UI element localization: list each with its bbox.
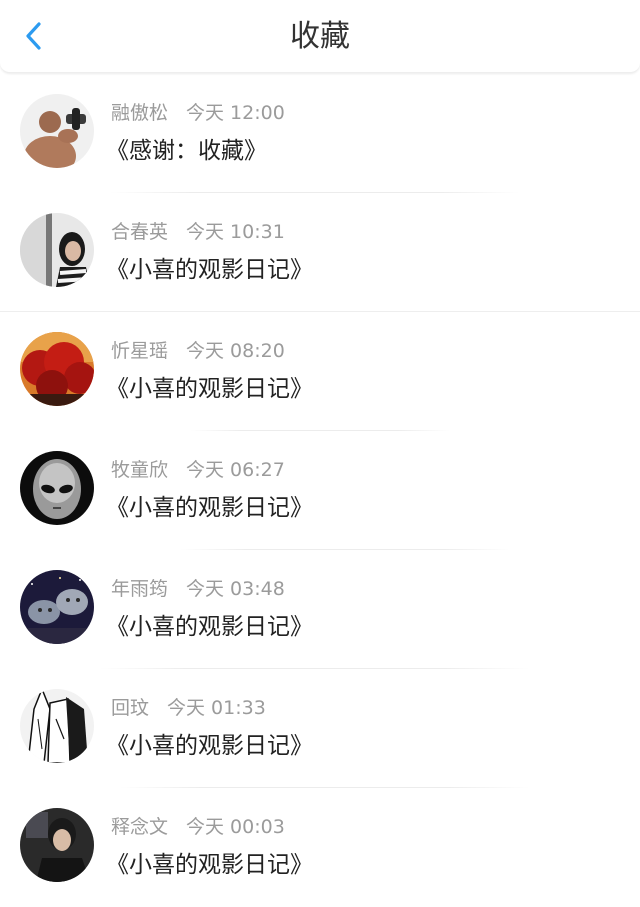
author-name[interactable]: 年雨筠 [111, 578, 168, 600]
header-bar: 收藏 [0, 0, 640, 73]
avatar[interactable] [20, 451, 94, 525]
item-meta: 释念文 今天 00:03 [111, 814, 285, 840]
list-item[interactable]: 释念文 今天 00:03 《小喜的观影日记》 [0, 788, 640, 907]
timestamp: 今天 08:20 [186, 340, 285, 362]
timestamp: 今天 10:31 [186, 221, 285, 243]
favorites-list: 融傲松 今天 12:00 《感谢：收藏》 合春英 今天 10:31 《小喜的观影日记… [0, 74, 640, 907]
author-name[interactable]: 融傲松 [111, 102, 168, 124]
item-meta: 回玟 今天 01:33 [111, 695, 266, 721]
avatar[interactable] [20, 332, 94, 406]
item-title[interactable]: 《小喜的观影日记》 [106, 849, 313, 881]
item-title[interactable]: 《小喜的观影日记》 [106, 254, 313, 286]
avatar[interactable] [20, 94, 94, 168]
timestamp: 今天 06:27 [186, 459, 285, 481]
item-title[interactable]: 《小喜的观影日记》 [106, 730, 313, 762]
list-item[interactable]: 回玟 今天 01:33 《小喜的观影日记》 [0, 669, 640, 788]
item-title[interactable]: 《感谢：收藏》 [106, 135, 267, 167]
author-name[interactable]: 回玟 [111, 697, 149, 719]
list-item[interactable]: 年雨筠 今天 03:48 《小喜的观影日记》 [0, 550, 640, 669]
item-meta: 融傲松 今天 12:00 [111, 100, 285, 126]
item-title[interactable]: 《小喜的观影日记》 [106, 611, 313, 643]
item-title[interactable]: 《小喜的观影日记》 [106, 492, 313, 524]
avatar[interactable] [20, 570, 94, 644]
list-item[interactable]: 融傲松 今天 12:00 《感谢：收藏》 [0, 74, 640, 193]
timestamp: 今天 12:00 [186, 102, 285, 124]
item-meta: 年雨筠 今天 03:48 [111, 576, 285, 602]
avatar[interactable] [20, 808, 94, 882]
author-name[interactable]: 释念文 [111, 816, 168, 838]
timestamp: 今天 00:03 [186, 816, 285, 838]
item-meta: 忻星瑶 今天 08:20 [111, 338, 285, 364]
item-meta: 合春英 今天 10:31 [111, 219, 285, 245]
list-item[interactable]: 合春英 今天 10:31 《小喜的观影日记》 [0, 193, 640, 312]
avatar[interactable] [20, 213, 94, 287]
list-item[interactable]: 牧童欣 今天 06:27 《小喜的观影日记》 [0, 431, 640, 550]
list-item[interactable]: 忻星瑶 今天 08:20 《小喜的观影日记》 [0, 312, 640, 431]
author-name[interactable]: 牧童欣 [111, 459, 168, 481]
page-title: 收藏 [290, 19, 350, 54]
timestamp: 今天 01:33 [167, 697, 266, 719]
item-title[interactable]: 《小喜的观影日记》 [106, 373, 313, 405]
item-meta: 牧童欣 今天 06:27 [111, 457, 285, 483]
author-name[interactable]: 合春英 [111, 221, 168, 243]
timestamp: 今天 03:48 [186, 578, 285, 600]
author-name[interactable]: 忻星瑶 [111, 340, 168, 362]
avatar[interactable] [20, 689, 94, 763]
